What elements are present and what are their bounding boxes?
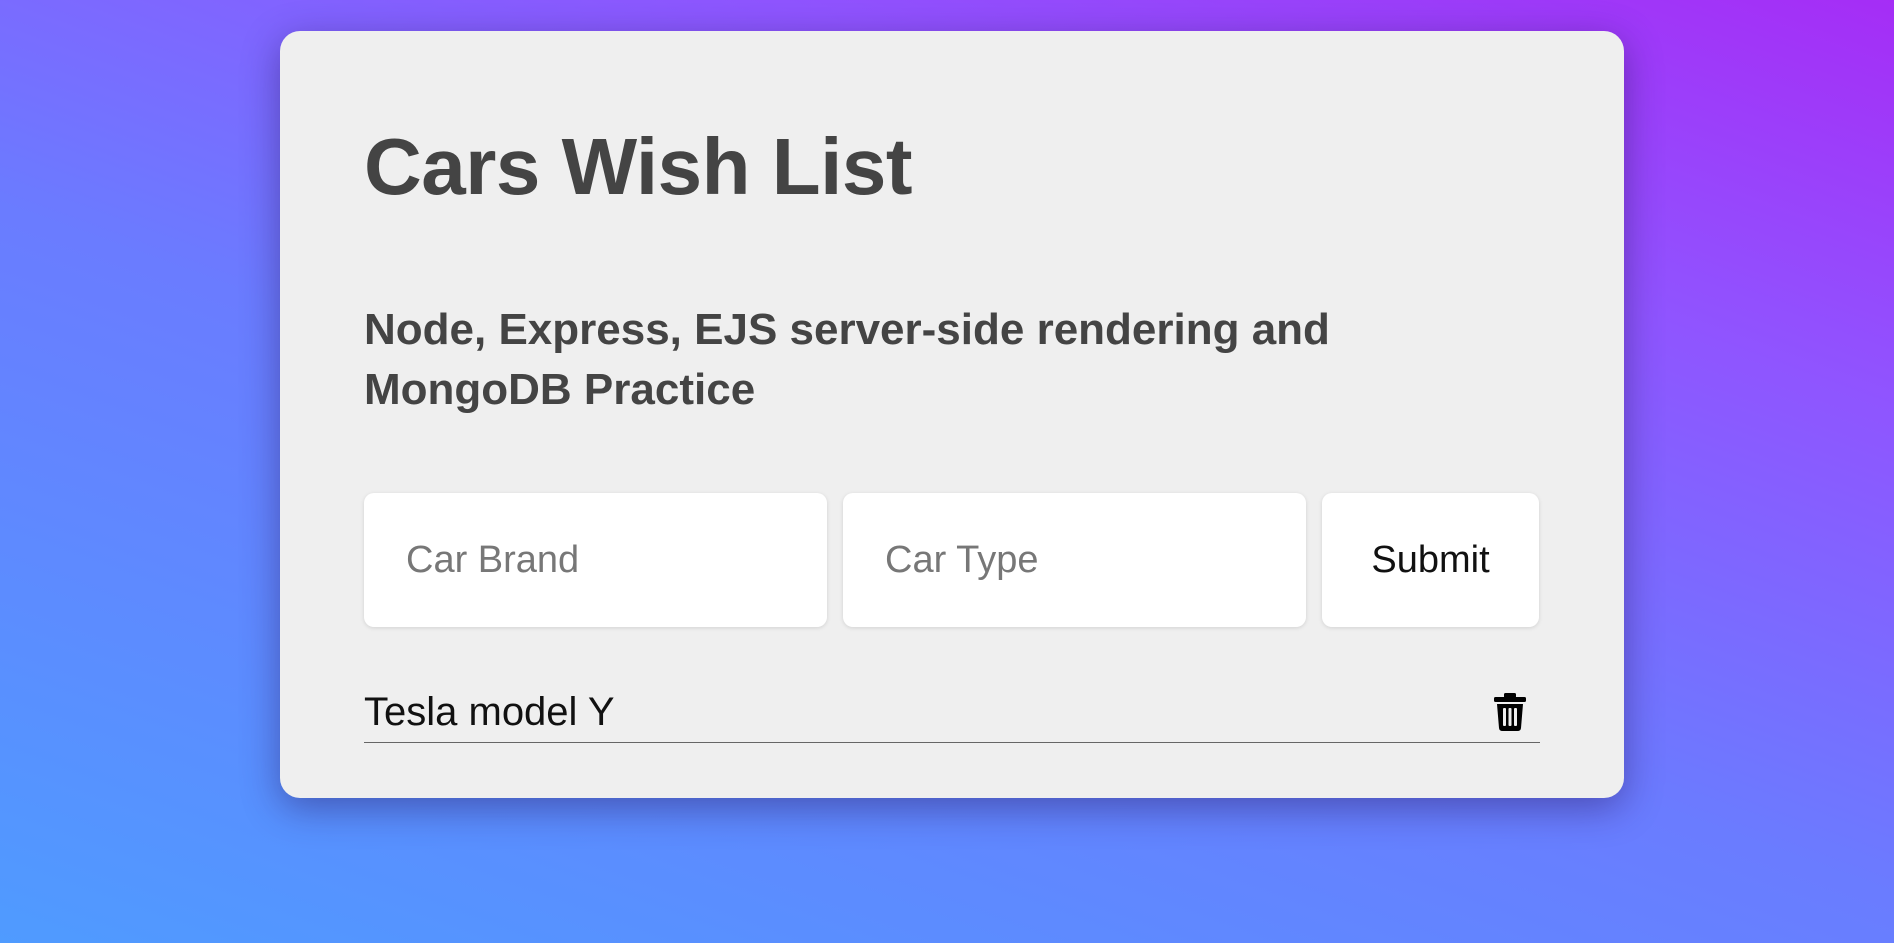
wishlist-card: Cars Wish List Node, Express, EJS server…	[280, 31, 1624, 798]
page-subtitle: Node, Express, EJS server-side rendering…	[364, 305, 1330, 414]
car-type-input[interactable]	[843, 493, 1306, 627]
trash-icon[interactable]	[1490, 690, 1530, 734]
car-brand-input[interactable]	[364, 493, 827, 627]
list-item-label: Tesla model Y	[364, 689, 615, 734]
car-list: Tesla model Y	[364, 686, 1540, 743]
add-car-form: Submit	[364, 493, 1539, 627]
list-item: Tesla model Y	[364, 686, 1540, 743]
page-title: Cars Wish List	[364, 122, 912, 211]
submit-button[interactable]: Submit	[1322, 493, 1539, 627]
